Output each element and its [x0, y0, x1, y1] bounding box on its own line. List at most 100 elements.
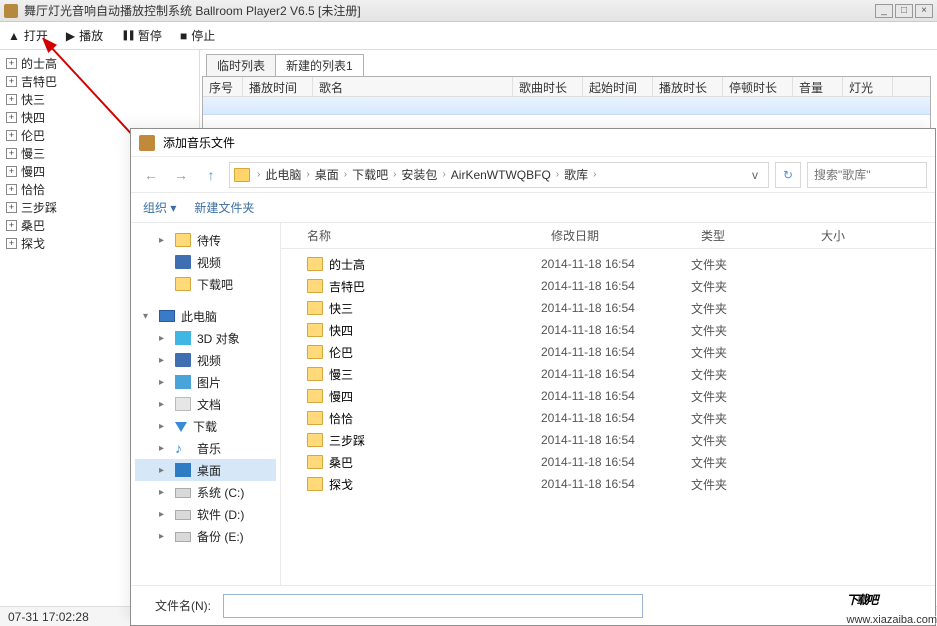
ic-video-icon [175, 255, 191, 269]
nav-tree-item[interactable]: ▾此电脑 [135, 305, 276, 327]
nav-tree-item[interactable]: ▸3D 对象 [135, 327, 276, 349]
tree-item[interactable]: + 吉特巴 [6, 72, 193, 90]
folder-icon [307, 301, 323, 315]
expand-icon[interactable]: + [6, 220, 17, 231]
expand-icon[interactable]: + [6, 148, 17, 159]
status-datetime: 07-31 17:02:28 [8, 610, 89, 624]
col-size[interactable]: 大小 [811, 227, 855, 244]
playlist-col[interactable]: 停顿时长 [723, 77, 793, 96]
tree-label: 吉特巴 [21, 73, 57, 90]
close-button[interactable]: × [915, 4, 933, 18]
tree-item[interactable]: +快四 [6, 108, 193, 126]
expand-icon[interactable]: + [6, 238, 17, 249]
expand-icon[interactable]: + [6, 166, 17, 177]
file-row[interactable]: 慢四2014-11-18 16:54文件夹 [281, 385, 935, 407]
file-row[interactable]: 快四2014-11-18 16:54文件夹 [281, 319, 935, 341]
nav-tree-item[interactable]: ▸图片 [135, 371, 276, 393]
nav-tree-item[interactable]: ▸待传 [135, 229, 276, 251]
stop-button[interactable]: ■ 停止 [180, 27, 215, 44]
nav-tree-item[interactable]: ▸软件 (D:) [135, 503, 276, 525]
breadcrumb-item[interactable]: 桌面 [315, 166, 339, 183]
breadcrumb-item[interactable]: 此电脑 [265, 166, 301, 183]
playlist-col[interactable]: 起始时间 [583, 77, 653, 96]
ic-desk-icon [175, 463, 191, 477]
new-folder-button[interactable]: 新建文件夹 [194, 199, 254, 216]
file-row[interactable]: 三步踩2014-11-18 16:54文件夹 [281, 429, 935, 451]
filename-input[interactable] [223, 594, 643, 618]
playlist-tab[interactable]: 临时列表 [206, 54, 276, 76]
refresh-button[interactable]: ↻ [775, 162, 801, 188]
file-list-header: 名称 修改日期 类型 大小 [281, 223, 935, 249]
filename-label: 文件名(N): [155, 597, 211, 614]
nav-tree-item[interactable]: ▸桌面 [135, 459, 276, 481]
up-button[interactable]: ↑ [199, 163, 223, 187]
ic-pc-icon [159, 310, 175, 322]
dropdown-icon[interactable]: v [746, 168, 764, 182]
nav-tree-item[interactable]: 视频 [135, 251, 276, 273]
breadcrumb-item[interactable]: AirKenWTWQBFQ [451, 168, 551, 182]
tree-item[interactable]: + 快三 [6, 90, 193, 108]
playlist-col[interactable]: 灯光 [843, 77, 893, 96]
file-date: 2014-11-18 16:54 [541, 323, 691, 337]
col-type[interactable]: 类型 [691, 227, 811, 244]
expand-icon[interactable]: + [6, 184, 17, 195]
playlist-col[interactable]: 歌名 [313, 77, 513, 96]
playlist-col[interactable]: 音量 [793, 77, 843, 96]
playlist-tab[interactable]: 新建的列表1 [275, 54, 364, 76]
file-row[interactable]: 的士高2014-11-18 16:54文件夹 [281, 253, 935, 275]
nav-tree-item[interactable]: ▸下载 [135, 415, 276, 437]
file-date: 2014-11-18 16:54 [541, 279, 691, 293]
expand-icon[interactable]: + [6, 58, 17, 69]
nav-tree-item[interactable]: ▸视频 [135, 349, 276, 371]
pause-button[interactable]: ❚❚ 暂停 [121, 27, 162, 44]
caret-icon: ▾ [143, 311, 153, 322]
file-row[interactable]: 伦巴2014-11-18 16:54文件夹 [281, 341, 935, 363]
nav-tree-item[interactable]: ▸备份 (E:) [135, 525, 276, 547]
nav-tree-item[interactable]: ▸文档 [135, 393, 276, 415]
playlist-header: 序号播放时间歌名歌曲时长起始时间播放时长停顿时长音量灯光 [203, 77, 930, 97]
dialog-footer: 文件名(N): [131, 585, 935, 625]
forward-button[interactable]: → [169, 163, 193, 187]
breadcrumb-item[interactable]: 安装包 [401, 166, 437, 183]
file-row[interactable]: 探戈2014-11-18 16:54文件夹 [281, 473, 935, 495]
nav-tree-item[interactable]: ▸系统 (C:) [135, 481, 276, 503]
eject-icon: ▲ [8, 29, 20, 43]
folder-icon [307, 477, 323, 491]
playlist-col[interactable]: 序号 [203, 77, 243, 96]
playlist-col[interactable]: 播放时间 [243, 77, 313, 96]
breadcrumbs[interactable]: ›此电脑›桌面›下载吧›安装包›AirKenWTWQBFQ›歌库›v [229, 162, 769, 188]
nav-tree-label: 视频 [197, 352, 221, 369]
expand-icon[interactable]: + [6, 202, 17, 213]
expand-icon[interactable]: + [6, 112, 17, 123]
col-date[interactable]: 修改日期 [541, 227, 691, 244]
file-row[interactable]: 桑巴2014-11-18 16:54文件夹 [281, 451, 935, 473]
col-name[interactable]: 名称 [281, 227, 541, 244]
open-button[interactable]: ▲ 打开 [8, 27, 48, 44]
playlist-col[interactable]: 播放时长 [653, 77, 723, 96]
nav-tree-item[interactable]: ▸♪音乐 [135, 437, 276, 459]
tree-label: 快三 [21, 91, 45, 108]
caret-icon: ▸ [159, 531, 169, 542]
file-row[interactable]: 慢三2014-11-18 16:54文件夹 [281, 363, 935, 385]
search-input[interactable] [814, 168, 904, 182]
file-row[interactable]: 吉特巴2014-11-18 16:54文件夹 [281, 275, 935, 297]
chevron-right-icon: › [439, 169, 448, 180]
expand-icon[interactable]: + [6, 94, 17, 105]
file-row[interactable]: 快三2014-11-18 16:54文件夹 [281, 297, 935, 319]
minimize-button[interactable]: _ [875, 4, 893, 18]
back-button[interactable]: ← [139, 163, 163, 187]
nav-tree-item[interactable]: 下载吧 [135, 273, 276, 295]
breadcrumb-item[interactable]: 歌库 [564, 166, 588, 183]
tree-item[interactable]: +的士高 [6, 54, 193, 72]
maximize-button[interactable]: □ [895, 4, 913, 18]
expand-icon[interactable]: + [6, 76, 17, 87]
playlist-selected-row[interactable] [203, 97, 930, 115]
breadcrumb-item[interactable]: 下载吧 [352, 166, 388, 183]
playlist-col[interactable]: 歌曲时长 [513, 77, 583, 96]
expand-icon[interactable]: + [6, 130, 17, 141]
organize-button[interactable]: 组织 ▾ [143, 199, 176, 216]
ic-doc-icon [175, 397, 191, 411]
file-row[interactable]: 恰恰2014-11-18 16:54文件夹 [281, 407, 935, 429]
play-button[interactable]: ▶ 播放 [66, 27, 103, 44]
search-box[interactable] [807, 162, 927, 188]
